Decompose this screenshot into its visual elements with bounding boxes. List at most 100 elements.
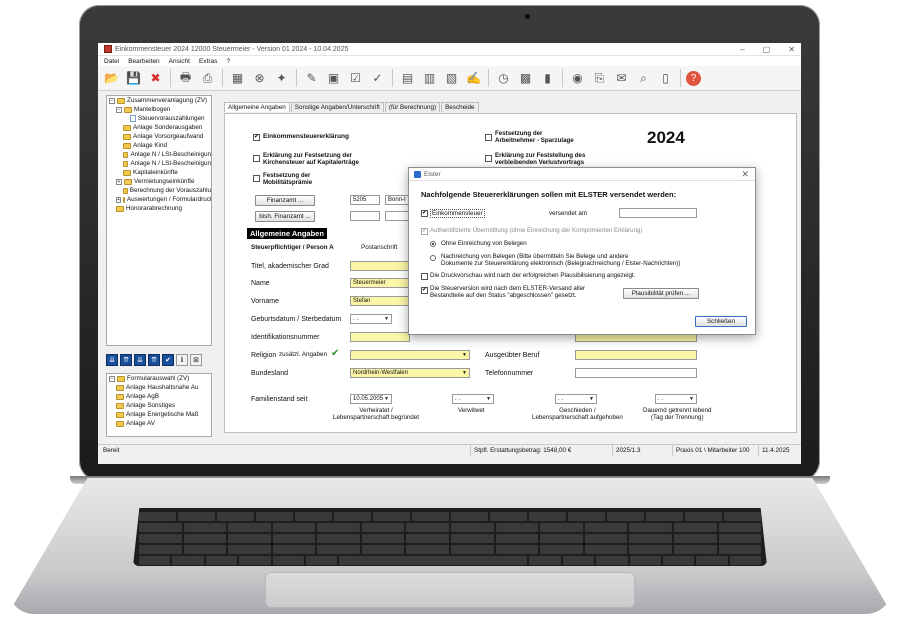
checkmark-icon[interactable]: ✓ xyxy=(368,69,387,88)
religion-dropdown-icon[interactable]: ▼ xyxy=(461,351,468,359)
tree-item[interactable]: Anlage N / LSt-Bescheinigun xyxy=(107,150,211,159)
tree-item[interactable]: Steuervorauszahlungen xyxy=(107,114,211,123)
est-checkbox[interactable]: ✔ xyxy=(253,134,260,141)
doc-a-icon[interactable]: ▤ xyxy=(398,69,417,88)
form-search-icon[interactable]: ⌕ xyxy=(634,69,653,88)
open-folder-icon[interactable]: 📂 xyxy=(102,69,121,88)
finanzamt-nr-field[interactable]: 5205 xyxy=(350,195,380,205)
mobil-checkbox[interactable] xyxy=(253,175,260,182)
collapse-icon[interactable]: − xyxy=(116,106,122,113)
bish-finanzamt-button[interactable]: bish. Finanzamt ... xyxy=(255,211,315,222)
info-icon[interactable]: ℹ xyxy=(176,354,188,366)
sparzulage-checkbox[interactable] xyxy=(485,134,492,141)
steuerversion-checkbox[interactable]: ✔ xyxy=(421,287,428,294)
tree-item[interactable]: + Vermietungseinkünfte xyxy=(107,177,211,186)
beruf-field[interactable] xyxy=(575,350,697,360)
mail-icon[interactable]: ✉ xyxy=(612,69,631,88)
tree-item[interactable]: Berechnung der Vorauszahlu xyxy=(107,186,211,195)
tree-item[interactable]: + Auswertungen / Formulardruck xyxy=(107,195,211,204)
maximize-button[interactable]: ▢ xyxy=(763,45,771,54)
print-preview-icon[interactable]: ⎙ xyxy=(198,69,217,88)
plausibilitaet-button[interactable]: Plausibilität prüfen ... xyxy=(623,288,699,299)
versendet-am-field[interactable] xyxy=(619,208,697,218)
tree-item[interactable]: Honorarabrechnung xyxy=(107,204,211,213)
tree-item[interactable]: Anlage Kind xyxy=(107,141,211,150)
form-tree-item[interactable]: Anlage Energetische Maß xyxy=(107,410,211,419)
verwitwet-dropdown-icon[interactable]: ▼ xyxy=(485,395,492,403)
lightbulb-icon[interactable]: ✦ xyxy=(272,69,291,88)
identnr-field[interactable] xyxy=(350,332,410,342)
tab-bescheide[interactable]: Bescheide xyxy=(441,102,479,112)
bundesland-dropdown-icon[interactable]: ▼ xyxy=(461,369,468,377)
form-tree-item[interactable]: − Formularauswahl (ZV) xyxy=(107,374,211,383)
radio-ohne-belege[interactable] xyxy=(430,241,436,247)
dialog-close-icon[interactable]: ✕ xyxy=(741,169,749,180)
collapse-all-icon[interactable]: ⇈ xyxy=(120,354,132,366)
tab-sonstige-angaben[interactable]: Sonstige Angaben/Unterschrift xyxy=(290,102,384,112)
expand-icon[interactable]: + xyxy=(116,178,122,185)
bish-finanzamt-nr-field[interactable] xyxy=(350,211,380,221)
minimize-button[interactable]: – xyxy=(740,45,744,54)
religion-select[interactable] xyxy=(350,350,470,360)
check-icon[interactable]: ☑ xyxy=(346,69,365,88)
form-tree-item[interactable]: Anlage AV xyxy=(107,419,211,428)
stamp-icon[interactable]: ▣ xyxy=(324,69,343,88)
cancel-calc-icon[interactable]: ⊗ xyxy=(250,69,269,88)
help-icon[interactable]: ? xyxy=(686,70,701,86)
titel-field[interactable] xyxy=(350,261,410,271)
menu-extras[interactable]: Extras xyxy=(199,58,217,65)
familienstand-dropdown-icon[interactable]: ▼ xyxy=(383,395,390,403)
collapse-icon[interactable]: − xyxy=(109,97,115,104)
vorname-field[interactable]: Stefan xyxy=(350,296,410,306)
tree-item[interactable]: − Zusammenveranlagung (ZV) xyxy=(107,96,211,105)
doc-c-icon[interactable]: ▧ xyxy=(442,69,461,88)
pen-icon[interactable]: ✎ xyxy=(302,69,321,88)
close-button[interactable]: ✕ xyxy=(788,45,795,54)
zusaetzl-angaben-link[interactable]: zusätzl. Angaben xyxy=(279,350,331,361)
doc-b-icon[interactable]: ▥ xyxy=(420,69,439,88)
menu-help[interactable]: ? xyxy=(226,58,230,65)
collapse-icon[interactable]: − xyxy=(109,375,115,382)
tree-item[interactable]: Kapitaleinkünfte xyxy=(107,168,211,177)
print-icon[interactable]: 🖶 xyxy=(176,69,195,88)
doc-sign-icon[interactable]: ✍ xyxy=(464,69,483,88)
person-coins-icon[interactable]: ◉ xyxy=(568,69,587,88)
tab-allgemeine-angaben[interactable]: Allgemeine Angaben xyxy=(224,102,290,112)
move-down-icon[interactable]: ⇊ xyxy=(134,354,146,366)
menu-datei[interactable]: Datei xyxy=(104,58,119,65)
menu-ansicht[interactable]: Ansicht xyxy=(169,58,190,65)
move-up-icon[interactable]: ⇈ xyxy=(148,354,160,366)
close-tree-icon[interactable]: ⊠ xyxy=(190,354,202,366)
book-icon[interactable]: ▯ xyxy=(656,69,675,88)
bundesland-select[interactable]: Nordrhein-Westfalen xyxy=(350,368,470,378)
calculator-icon[interactable]: ▦ xyxy=(228,69,247,88)
tree-item[interactable]: Anlage N / LSt-Bescheinigun xyxy=(107,159,211,168)
expand-icon[interactable]: + xyxy=(116,196,121,203)
menu-bearbeiten[interactable]: Bearbeiten xyxy=(128,58,159,65)
tree-item[interactable]: Anlage Vorsorgeaufwand xyxy=(107,132,211,141)
form-tree-item[interactable]: Anlage Haushaltsnahe Au xyxy=(107,383,211,392)
name-field[interactable]: Steuermeier xyxy=(350,278,410,288)
geschieden-dropdown-icon[interactable]: ▼ xyxy=(588,395,595,403)
check-all-icon[interactable]: ✔ xyxy=(162,354,174,366)
chart-icon[interactable]: ▮ xyxy=(538,69,557,88)
expand-all-icon[interactable]: ⇊ xyxy=(106,354,118,366)
tab-fuer-berechnung[interactable]: (für Berechnung) xyxy=(384,102,441,112)
delete-icon[interactable]: ✖ xyxy=(146,69,165,88)
save-icon[interactable]: 💾 xyxy=(124,69,143,88)
geburtsdatum-dropdown-icon[interactable]: ▼ xyxy=(383,315,390,323)
grid-icon[interactable]: ▩ xyxy=(516,69,535,88)
tree-item[interactable]: Anlage Sonderausgaben xyxy=(107,123,211,132)
verlust-checkbox[interactable] xyxy=(485,155,492,162)
schliessen-button[interactable]: Schließen xyxy=(695,316,747,327)
dialog-est-checkbox[interactable]: ✔ xyxy=(421,210,428,217)
radio-nachreichung[interactable] xyxy=(430,255,436,261)
stopwatch-icon[interactable]: ◷ xyxy=(494,69,513,88)
getrennt-dropdown-icon[interactable]: ▼ xyxy=(688,395,695,403)
telefon-field[interactable] xyxy=(575,368,697,378)
kirchensteuer-checkbox[interactable] xyxy=(253,155,260,162)
finanzamt-button[interactable]: Finanzamt ... xyxy=(255,195,315,206)
druckvorschau-checkbox[interactable] xyxy=(421,273,428,280)
authentifizierte-checkbox[interactable]: ✔ xyxy=(421,228,428,235)
form-tree-item[interactable]: Anlage Sonstiges xyxy=(107,401,211,410)
